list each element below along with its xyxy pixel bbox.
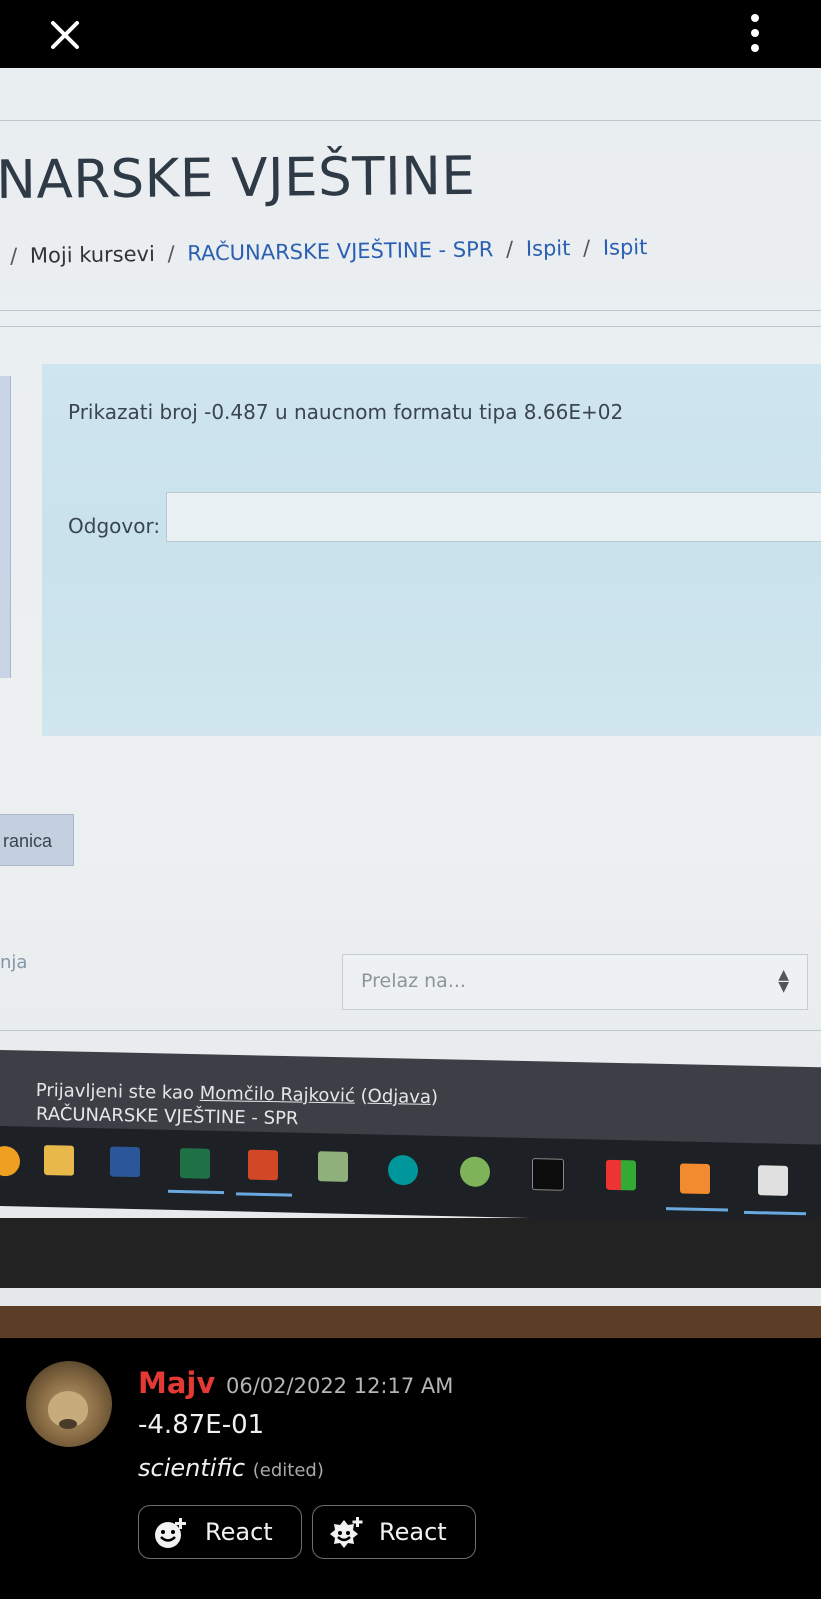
message-text-line-1: -4.87E-01 xyxy=(138,1410,265,1440)
message-text-line-2: scientific (edited) xyxy=(138,1454,324,1482)
attached-photo[interactable]: NARSKE VJEŠTINE / Moji kursevi / RAČUNAR… xyxy=(0,68,821,1338)
breadcrumb-exam-link[interactable]: Ispit xyxy=(526,236,571,261)
logout-close-paren: ) xyxy=(430,1086,439,1109)
close-icon[interactable] xyxy=(44,14,86,56)
jump-to-placeholder: Prelaz na... xyxy=(361,970,466,992)
android-icon[interactable] xyxy=(460,1156,490,1188)
answer-label: Odgovor: xyxy=(68,514,161,538)
react-label: React xyxy=(205,1518,273,1546)
super-reaction-icon xyxy=(330,1517,363,1548)
notepad-icon[interactable] xyxy=(318,1151,348,1182)
question-box: Prikazati broj -0.487 u naucnom formatu … xyxy=(42,364,821,736)
avatar[interactable] xyxy=(26,1361,112,1447)
question-text: Prikazati broj -0.487 u naucnom formatu … xyxy=(68,400,624,424)
select-arrows-icon: ▲ ▼ xyxy=(778,967,789,995)
terminal-icon[interactable] xyxy=(532,1158,564,1191)
edited-label: (edited) xyxy=(252,1460,324,1481)
partial-link-text[interactable]: nja xyxy=(0,952,27,973)
breadcrumb-exam-link-2[interactable]: Ispit xyxy=(603,235,648,260)
more-options-icon[interactable] xyxy=(740,12,770,56)
jump-to-select[interactable]: Prelaz na... ▲ ▼ xyxy=(342,954,808,1010)
excel-icon[interactable] xyxy=(180,1148,210,1179)
divider xyxy=(0,120,821,121)
message-username[interactable]: Majv xyxy=(138,1366,215,1400)
active-indicator xyxy=(666,1207,728,1212)
color-app-icon[interactable] xyxy=(606,1159,636,1191)
word-icon[interactable] xyxy=(110,1146,140,1178)
super-reaction-button[interactable]: React xyxy=(312,1505,476,1559)
xampp-icon[interactable] xyxy=(680,1163,710,1195)
logout-link[interactable]: Odjava xyxy=(367,1086,431,1108)
divider xyxy=(0,1030,821,1031)
divider xyxy=(0,310,821,311)
message-timestamp: 06/02/2022 12:17 AM xyxy=(226,1374,454,1398)
breadcrumb-separator: / xyxy=(10,243,18,268)
breadcrumb-course-link[interactable]: RAČUNARSKE VJEŠTINE - SPR xyxy=(187,237,493,265)
start-orb-icon[interactable] xyxy=(0,1145,20,1177)
logged-in-prefix: Prijavljeni ste kao xyxy=(35,1080,200,1104)
breadcrumb-separator: / xyxy=(505,236,514,262)
question-info-panel xyxy=(0,376,11,678)
calculator-icon[interactable] xyxy=(758,1165,788,1196)
top-bar xyxy=(0,0,821,68)
active-indicator xyxy=(168,1189,224,1195)
logout-open-paren: ( xyxy=(354,1085,368,1107)
breadcrumb-separator: / xyxy=(582,235,591,260)
breadcrumb-my-courses[interactable]: Moji kursevi xyxy=(30,242,155,268)
add-reaction-icon xyxy=(155,1518,186,1548)
divider xyxy=(0,326,821,327)
monitor-bezel xyxy=(0,1218,821,1288)
breadcrumb: / Moji kursevi / RAČUNARSKE VJEŠTINE - S… xyxy=(10,235,654,268)
previous-page-button[interactable]: ranica xyxy=(0,814,74,866)
folder-icon[interactable] xyxy=(44,1144,74,1176)
desk-surface xyxy=(0,1306,821,1338)
course-title: NARSKE VJEŠTINE xyxy=(0,145,476,211)
active-indicator xyxy=(744,1210,806,1216)
react-label: React xyxy=(379,1518,447,1546)
breadcrumb-separator: / xyxy=(167,241,175,266)
powerpoint-icon[interactable] xyxy=(248,1149,278,1181)
message-italic-text: scientific xyxy=(138,1454,246,1482)
active-indicator xyxy=(236,1192,292,1197)
answer-input[interactable] xyxy=(166,492,821,542)
user-profile-link[interactable]: Momčilo Rajković xyxy=(200,1083,356,1107)
add-reaction-button[interactable]: React xyxy=(138,1505,302,1559)
arduino-icon[interactable] xyxy=(388,1154,418,1186)
